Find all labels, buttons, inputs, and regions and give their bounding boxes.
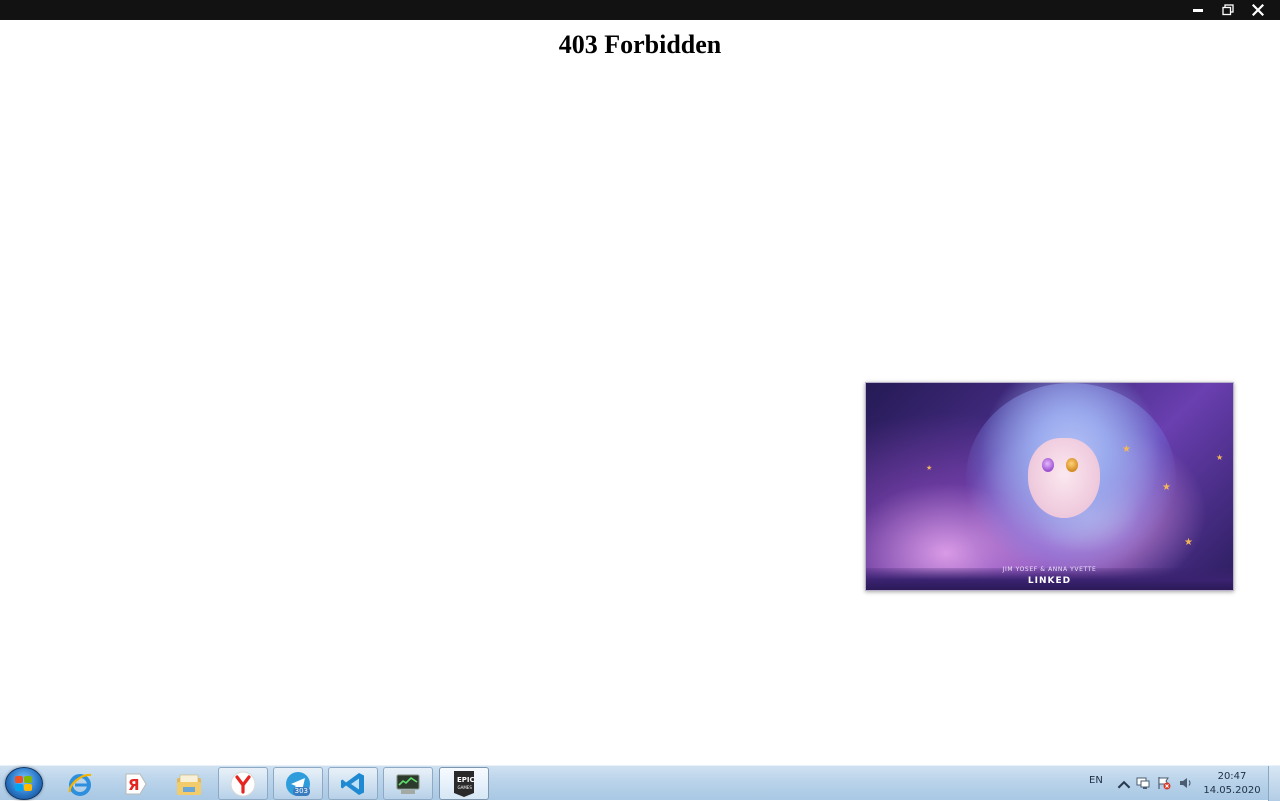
internet-explorer-icon (68, 773, 92, 796)
window-controls (1186, 0, 1270, 20)
star-icon: ★ (926, 464, 933, 472)
yandex-browser-icon (230, 771, 256, 796)
restore-icon (1222, 4, 1234, 16)
close-icon (1252, 4, 1264, 16)
taskbar-app-monitor[interactable] (383, 767, 433, 800)
taskbar-app-vscode[interactable] (328, 767, 378, 800)
language-indicator[interactable]: EN (1089, 775, 1103, 786)
show-desktop-button[interactable] (1268, 766, 1280, 801)
artwork-eye-right (1066, 458, 1078, 472)
star-icon: ★ (1162, 482, 1171, 493)
page-title: 403 Forbidden (558, 30, 722, 59)
windows-start-icon (15, 776, 33, 792)
telegram-unread-badge: 303 (292, 787, 310, 796)
volume-icon[interactable] (1179, 776, 1193, 790)
restore-button[interactable] (1216, 0, 1240, 20)
yandex-icon: Я (125, 773, 147, 794)
window-titlebar (0, 0, 1280, 20)
star-icon: ★ (1216, 453, 1224, 462)
taskbar-app-file-explorer[interactable] (164, 767, 214, 800)
taskbar: Я 303 EPIC GAMES EN 20:47 14.05.2020 (0, 765, 1280, 801)
track-artist: JIM YOSEF & ANNA YVETTE (1002, 566, 1097, 573)
minimize-button[interactable] (1186, 0, 1210, 20)
monitor-app-icon (396, 774, 420, 794)
system-clock[interactable]: 20:47 14.05.2020 (1200, 770, 1264, 798)
show-hidden-icons-icon[interactable] (1117, 778, 1131, 792)
file-explorer-icon (177, 774, 201, 795)
taskbar-app-yandex-browser[interactable] (218, 767, 268, 800)
browser-page: 403 Forbidden ★ ★ ★ ★ ★ JIM YOSEF & ANNA… (0, 20, 1280, 765)
picture-in-picture-video[interactable]: ★ ★ ★ ★ ★ JIM YOSEF & ANNA YVETTE LINKED (865, 382, 1234, 591)
svg-text:GAMES: GAMES (458, 785, 473, 790)
taskbar-app-epic-games[interactable]: EPIC GAMES (439, 767, 489, 800)
network-icon[interactable] (1136, 776, 1150, 790)
epic-games-icon: EPIC GAMES (454, 770, 475, 797)
taskbar-app-internet-explorer[interactable] (55, 767, 105, 800)
clock-date: 14.05.2020 (1203, 785, 1261, 796)
star-icon: ★ (1184, 537, 1193, 548)
star-icon: ★ (1122, 444, 1131, 455)
taskbar-app-telegram[interactable]: 303 (273, 767, 323, 800)
artwork-eye-left (1042, 458, 1054, 472)
svg-text:EPIC: EPIC (457, 776, 475, 784)
vscode-icon (341, 772, 364, 795)
start-button[interactable] (5, 767, 43, 800)
minimize-icon (1193, 9, 1203, 12)
clock-time: 20:47 (1217, 771, 1247, 782)
svg-text:Я: Я (128, 776, 140, 794)
close-button[interactable] (1246, 0, 1270, 20)
track-title: LINKED (1027, 576, 1072, 586)
taskbar-app-yandex[interactable]: Я (109, 767, 159, 800)
action-center-warning-icon[interactable] (1157, 776, 1171, 790)
artwork-face (1028, 438, 1100, 518)
